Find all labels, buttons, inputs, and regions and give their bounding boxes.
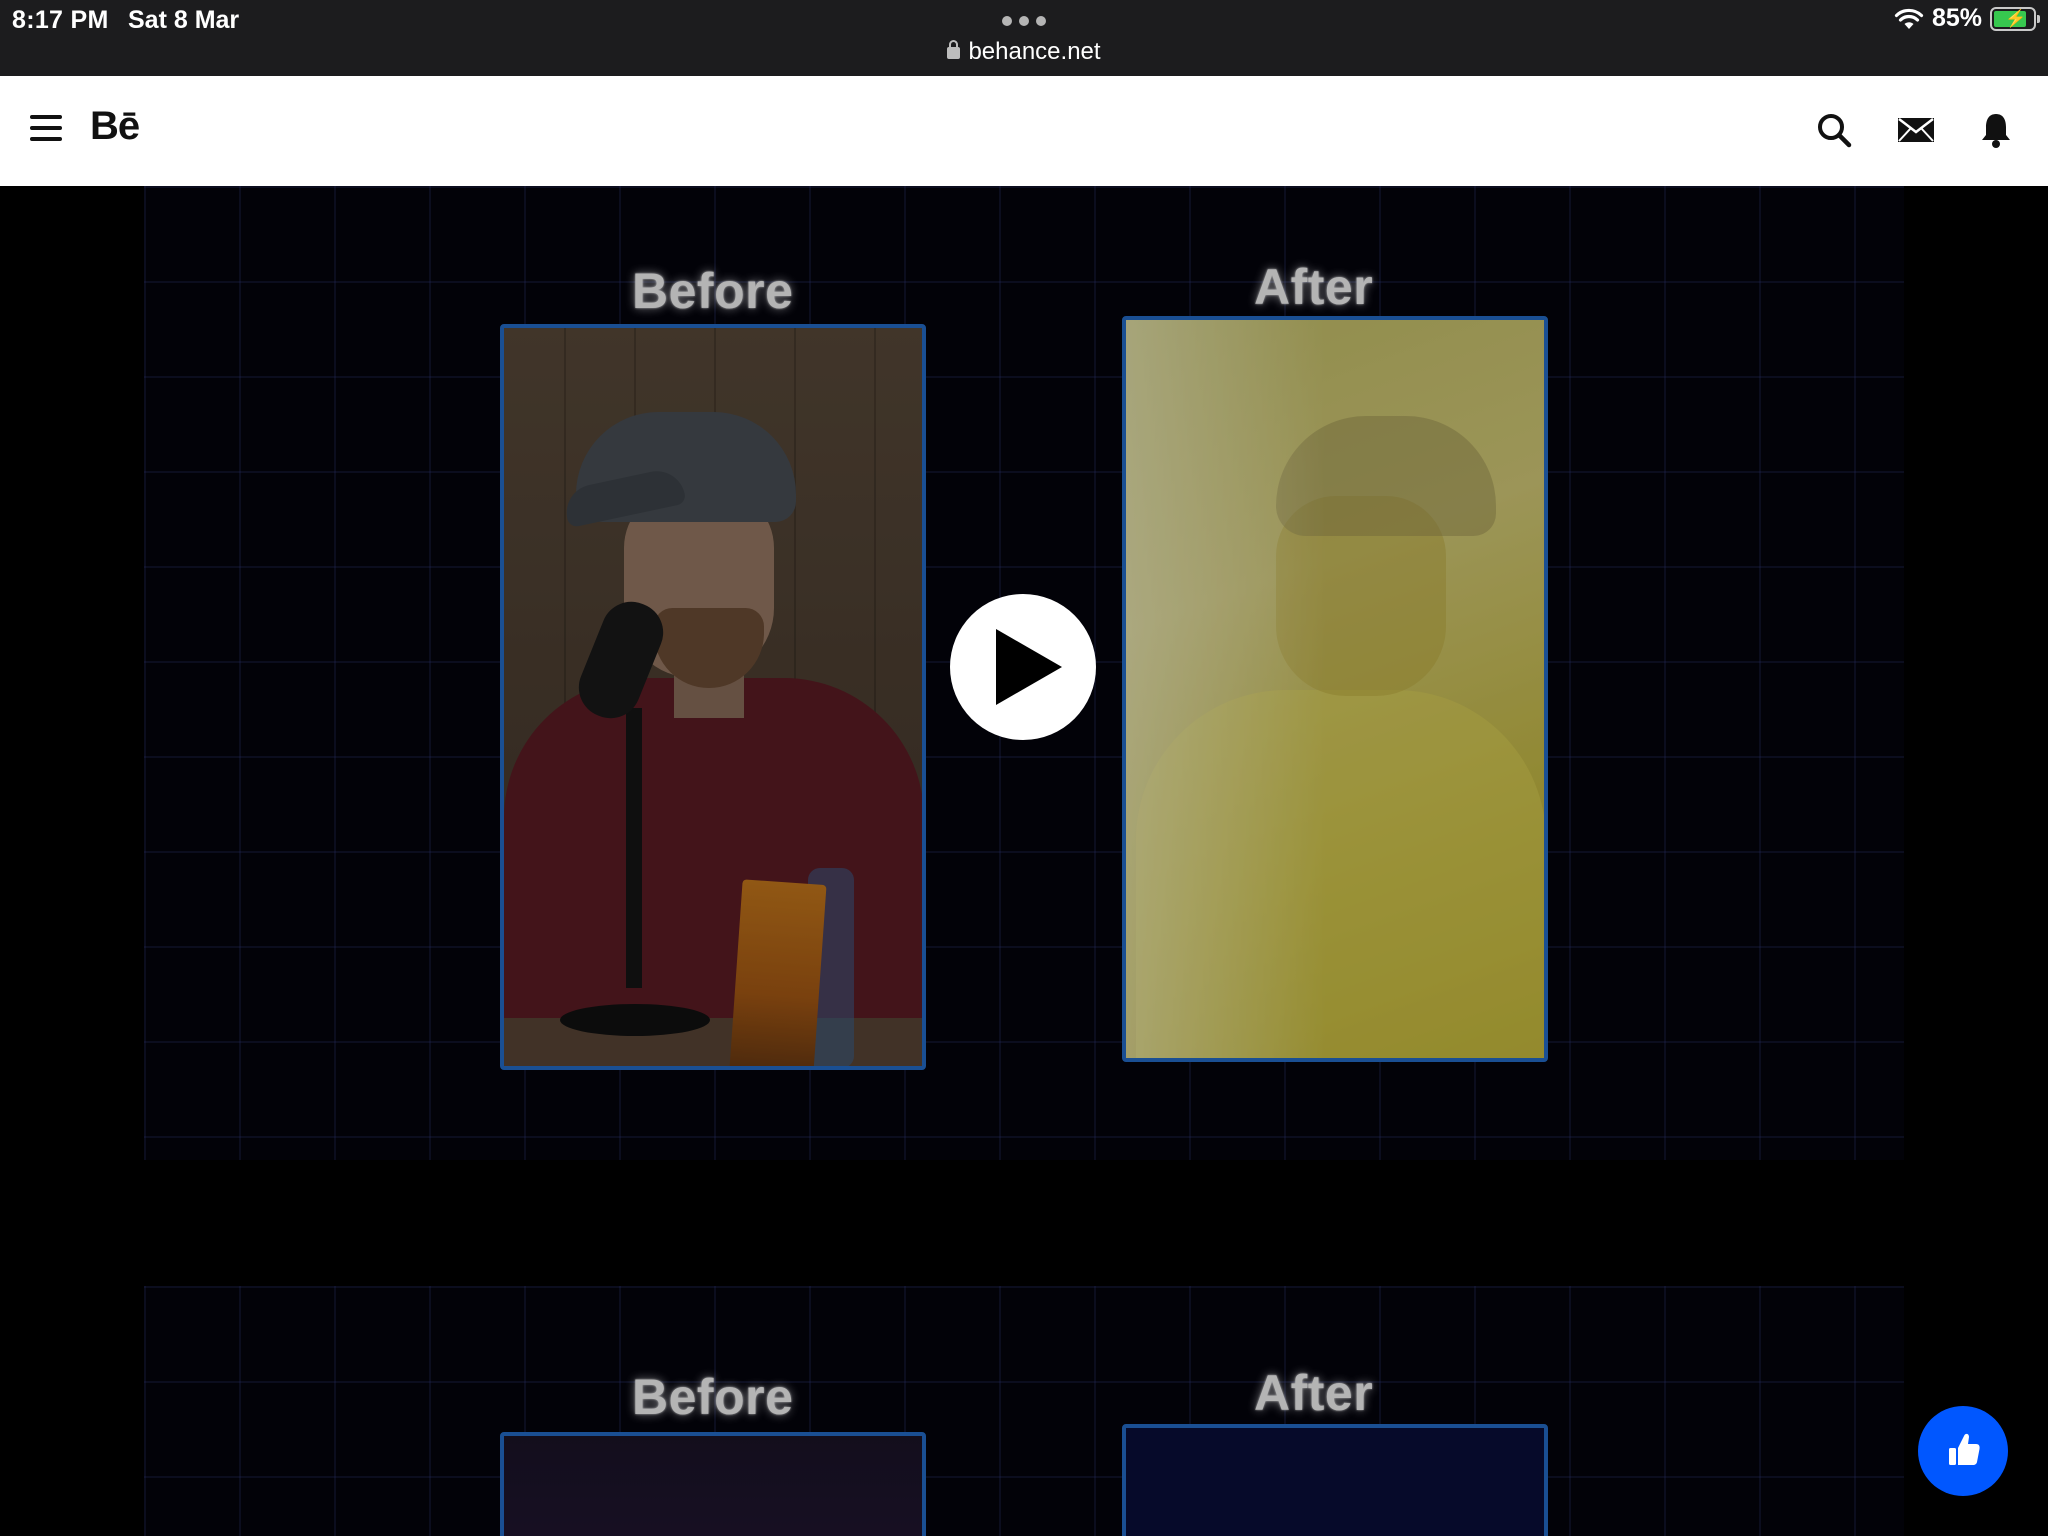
thumbs-up-icon <box>1949 1433 1980 1465</box>
play-icon <box>996 629 1062 705</box>
more-dots-icon[interactable] <box>1002 16 1046 26</box>
charging-bolt-icon: ⚡ <box>2005 8 2027 28</box>
appreciate-button[interactable] <box>1918 1406 2008 1496</box>
behance-logo[interactable]: Bē <box>90 104 140 149</box>
before-caption: Before <box>632 1369 794 1425</box>
grid-background <box>144 1286 1904 1536</box>
after-caption: After <box>1254 259 1374 315</box>
before-caption: Before <box>632 263 794 319</box>
lock-icon <box>947 40 961 59</box>
battery-icon: ⚡ <box>1990 6 2040 31</box>
bell-icon[interactable] <box>1976 110 2016 150</box>
wifi-icon <box>1894 8 1924 29</box>
before-video-frame[interactable] <box>500 1432 926 1536</box>
ios-status-bar: 8:17 PM Sat 8 Mar behance.net 85% ⚡ <box>0 0 2048 76</box>
project-content: Before After Before After <box>0 186 2048 1536</box>
status-indicators: 85% ⚡ <box>1894 4 2040 33</box>
status-time: 8:17 PM <box>12 6 109 34</box>
hamburger-menu-icon[interactable] <box>30 115 62 141</box>
search-icon[interactable] <box>1814 110 1854 150</box>
behance-header: Bē <box>0 76 2048 186</box>
play-button[interactable] <box>950 594 1096 740</box>
after-caption: After <box>1254 1365 1374 1421</box>
status-date: Sat 8 Mar <box>128 6 240 34</box>
url-text: behance.net <box>968 38 1101 65</box>
before-video-frame[interactable] <box>500 324 926 1070</box>
address-bar[interactable]: behance.net <box>0 38 2048 66</box>
after-video-frame[interactable] <box>1122 1424 1548 1536</box>
after-video-frame[interactable] <box>1122 316 1548 1062</box>
battery-percent: 85% <box>1931 4 1982 32</box>
mail-icon[interactable] <box>1896 110 1936 150</box>
